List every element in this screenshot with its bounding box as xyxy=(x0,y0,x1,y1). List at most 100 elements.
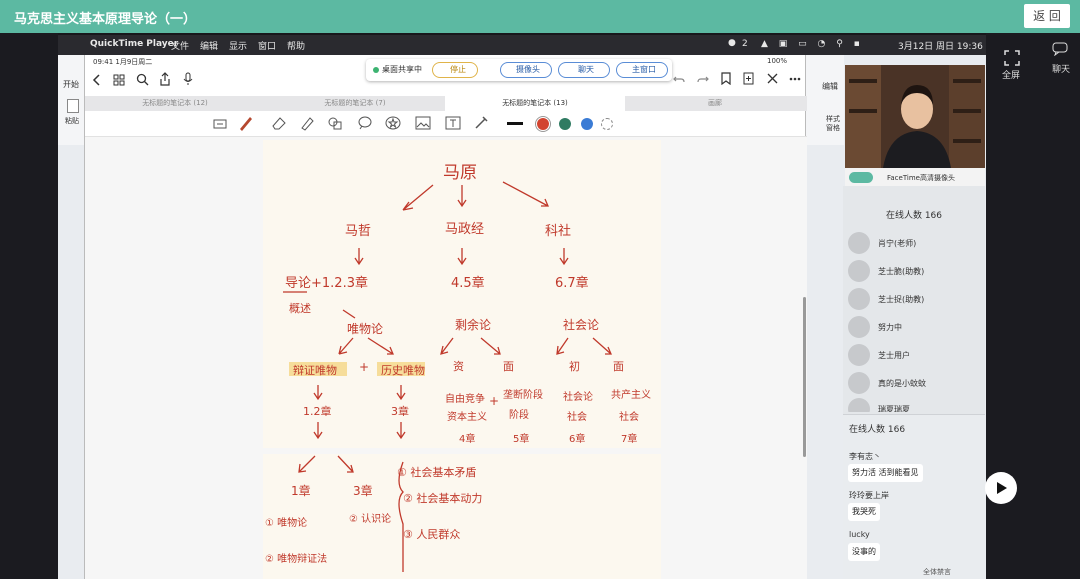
menu-view: 显示 xyxy=(229,42,248,52)
user-row[interactable]: 努力中 xyxy=(848,316,980,338)
main-window-label: 主窗口 xyxy=(632,65,656,74)
note-phil-leaf1: 辩证唯物 xyxy=(293,364,337,377)
color-red[interactable] xyxy=(537,118,549,130)
note-soc-d1b: 社会 xyxy=(567,412,587,423)
chat-button[interactable]: 聊天 xyxy=(558,62,610,78)
ipad-time: 09:41 1月9日周二 xyxy=(93,58,153,66)
bookmark-icon[interactable] xyxy=(721,72,731,85)
canvas-scrollbar[interactable] xyxy=(803,297,806,457)
text-icon[interactable] xyxy=(445,116,461,130)
chat-label-side[interactable]: 聊天 xyxy=(1052,62,1070,75)
chat-nick: lucky xyxy=(849,530,870,539)
share-status-dot xyxy=(373,67,379,73)
screen-share-bar: 桌面共享中 停止 摄像头 聊天 主窗口 xyxy=(366,59,672,81)
note-ch-soc: 6.7章 xyxy=(555,276,589,291)
eraser-icon[interactable] xyxy=(271,116,287,130)
note-soc-leaf1: 初 xyxy=(569,360,580,373)
chat-bubble-icon[interactable] xyxy=(1052,42,1068,56)
note-econ-ch1: 4章 xyxy=(459,434,476,445)
bubble-icon[interactable] xyxy=(357,116,373,130)
teacher-video xyxy=(845,65,985,168)
play-button[interactable] xyxy=(985,472,1017,504)
note-phil-plus: + xyxy=(359,360,370,374)
edit-label: 编辑 xyxy=(822,82,838,91)
user-row[interactable]: 芝士捉(助教) xyxy=(848,288,980,310)
back-arrow-icon[interactable] xyxy=(91,73,103,87)
note-econ-ch2: 5章 xyxy=(513,434,530,445)
avatar xyxy=(848,260,870,282)
add-page-icon[interactable] xyxy=(743,72,754,85)
note-page-1[interactable]: 马原 马哲 马政经 科社 导论+1.2.3章 概述 4.5章 6.7章 唯物论 … xyxy=(263,140,661,448)
tab-notebook-13[interactable]: 无标题的笔记本 (13) xyxy=(445,96,625,111)
lasso-icon[interactable] xyxy=(213,117,227,131)
user-name: 瑞夏瑞夏 xyxy=(878,405,910,412)
close-icon[interactable] xyxy=(767,73,778,84)
menu-app-name: QuickTime Player xyxy=(90,39,179,49)
stroke-width-selector[interactable] xyxy=(507,122,523,125)
note-p2-left2: 3章 xyxy=(353,484,373,498)
camera-select[interactable]: FaceTime高清摄像头 xyxy=(845,168,985,186)
mic-icon[interactable] xyxy=(183,72,193,86)
star-icon[interactable] xyxy=(385,116,401,130)
note-p2-n3: ② 唯物辩证法 xyxy=(265,554,328,565)
online-count-top: 在线人数 166 xyxy=(885,211,943,221)
share-icon[interactable] xyxy=(159,72,171,86)
fullscreen-icon[interactable] xyxy=(1004,50,1020,66)
note-econ-d1: 自由竞争 xyxy=(445,394,485,405)
user-name: 芝士脆(助教) xyxy=(878,267,925,276)
user-row[interactable]: 芝士脆(助教) xyxy=(848,260,980,282)
tab-gallery[interactable]: 画廊 xyxy=(625,98,805,108)
note-page-2[interactable]: 1章 3章 ① 唯物论 ② 认识论 ② 唯物辩证法 ① 社会基本矛盾 ② 社会基… xyxy=(263,454,661,579)
color-green[interactable] xyxy=(559,118,571,130)
image-icon[interactable] xyxy=(415,116,431,130)
color-blue[interactable] xyxy=(581,118,593,130)
paste-icon[interactable] xyxy=(67,99,79,113)
note-soc-d2: 共产主义 xyxy=(611,390,651,401)
highlighter-icon[interactable] xyxy=(299,115,315,131)
tab-notebook-12[interactable]: 无标题的笔记本 (12) xyxy=(85,98,265,108)
grid-icon[interactable] xyxy=(113,74,125,86)
avatar xyxy=(848,316,870,338)
stop-share-button[interactable]: 停止 xyxy=(432,62,478,78)
avatar xyxy=(848,288,870,310)
camera-button[interactable]: 摄像头 xyxy=(500,62,552,78)
user-row[interactable]: 肖宁(老师) xyxy=(848,232,980,254)
chat-message: 没事的 xyxy=(848,543,880,561)
note-econ-sub: 剩余论 xyxy=(455,318,492,332)
search-icon[interactable] xyxy=(136,73,149,86)
user-row[interactable]: 芝士用户 xyxy=(848,344,980,366)
note-root: 马原 xyxy=(443,163,477,183)
main-window-button[interactable]: 主窗口 xyxy=(616,62,668,78)
add-color-button[interactable] xyxy=(601,118,613,130)
word-ribbon-right: 编辑 样式 窗格 xyxy=(806,55,844,145)
goodnotes-window: 09:41 1月9日周二 100% 无标题的笔记本 (12) 无标题的笔记本 (… xyxy=(84,55,807,579)
menu-window: 窗口 xyxy=(258,42,277,52)
user-row[interactable]: 瑞夏瑞夏 xyxy=(848,398,980,412)
more-icon[interactable] xyxy=(789,77,801,81)
camera-label: 摄像头 xyxy=(516,65,540,74)
user-row[interactable]: 真的是小蚊蚊 xyxy=(848,372,980,394)
wechat-count: 2 xyxy=(742,39,748,49)
share-status: 桌面共享中 xyxy=(382,65,422,74)
redo-icon[interactable] xyxy=(697,73,709,85)
chat-area: 在线人数 166 李有志丶 努力活 活到能看见 玲玲要上岸 我哭死 lucky … xyxy=(843,414,985,579)
shapes-icon[interactable] xyxy=(327,116,343,130)
camera-toggle[interactable] xyxy=(849,172,873,183)
chat-message: 努力活 活到能看见 xyxy=(848,464,923,482)
wechat-icon: ● xyxy=(728,38,736,48)
chat-message: 我哭死 xyxy=(848,503,880,521)
user-name: 芝士用户 xyxy=(878,351,910,360)
tab-notebook-7[interactable]: 无标题的笔记本 (7) xyxy=(265,98,445,108)
left-gutter xyxy=(0,33,58,579)
mute-all-label: 全体禁言 xyxy=(923,568,951,576)
fullscreen-label[interactable]: 全屏 xyxy=(1002,68,1020,81)
note-econ-leaf2: 面 xyxy=(503,360,514,373)
pen-icon[interactable] xyxy=(237,114,255,132)
shared-screen: QuickTime Player 文件 编辑 显示 窗口 帮助 ● 2 ▲ ▣ … xyxy=(0,33,1080,579)
laser-icon[interactable] xyxy=(473,115,489,131)
note-soc-leaf2: 面 xyxy=(613,360,624,373)
paste-label: 粘贴 xyxy=(65,117,79,125)
word-tab-home[interactable]: 开始 xyxy=(63,79,79,90)
back-button[interactable]: 返 回 xyxy=(1024,4,1070,28)
undo-icon[interactable] xyxy=(673,73,685,85)
